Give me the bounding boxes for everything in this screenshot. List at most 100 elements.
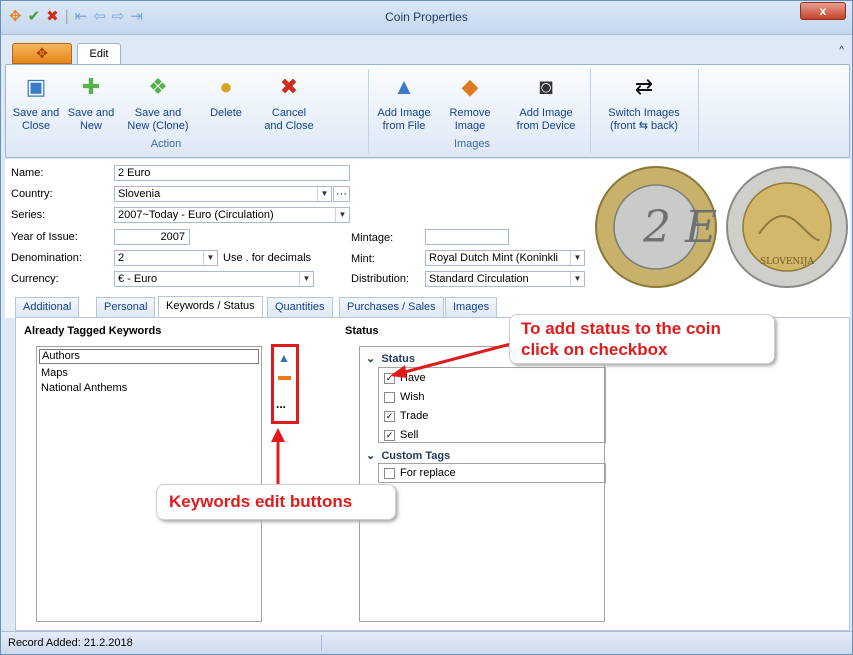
- tab-purchases-sales[interactable]: Purchases / Sales: [339, 297, 444, 317]
- ribbon-collapse-icon[interactable]: ^: [839, 45, 844, 56]
- checkbox-callout-line1: To add status to the coin: [521, 319, 721, 338]
- denomination-value: 2: [118, 252, 125, 264]
- ribbon-edit: ▣ Save and Close ✚ Save and New ❖ Save and New…: [5, 64, 850, 158]
- distribution-value: Standard Circulation: [429, 273, 529, 285]
- denomination-label: Denomination:: [11, 252, 82, 264]
- chevron-down-icon[interactable]: ▼: [203, 251, 217, 265]
- group-label-images: Images: [453, 138, 491, 150]
- mintage-field[interactable]: [425, 229, 509, 245]
- button-label: Image: [454, 120, 486, 132]
- country-value: Slovenia: [118, 188, 161, 200]
- save-new-icon: ✚: [81, 74, 101, 99]
- distribution-select[interactable]: Standard Circulation ▼: [425, 271, 585, 287]
- close-button[interactable]: x: [800, 2, 846, 20]
- button-label: New: [79, 120, 102, 132]
- tab-additional[interactable]: Additional: [15, 297, 80, 317]
- remove-image-button[interactable]: ◆ Remove Image: [448, 73, 492, 133]
- title-bar: ✥ ✔ ✖ | ⇤ ⇦ ⇨ ⇥ Coin Properties x: [1, 1, 852, 35]
- coin-front-image[interactable]: 2 EURO: [593, 164, 823, 290]
- group-separator: [368, 69, 369, 153]
- mint-select[interactable]: Royal Dutch Mint (Koninkli ▼: [425, 250, 585, 266]
- button-label: Add Image: [377, 107, 431, 119]
- button-label: and Close: [264, 120, 314, 132]
- tab-quantities[interactable]: Quantities: [267, 297, 333, 317]
- button-label: Delete: [210, 107, 242, 119]
- mintage-label: Mintage:: [351, 232, 394, 244]
- tab-keywords-status[interactable]: Keywords / Status: [158, 296, 263, 318]
- group-separator: [590, 69, 591, 153]
- delete-icon: ●: [219, 74, 233, 99]
- series-label: Series:: [11, 209, 46, 221]
- year-label: Year of Issue:: [11, 231, 78, 243]
- button-label: Save and: [134, 107, 182, 119]
- add-image-file-icon: ▲: [393, 74, 415, 99]
- button-label: Close: [21, 120, 51, 132]
- denomination-select[interactable]: 2 ▼: [114, 250, 218, 266]
- delete-button[interactable]: ● Delete: [204, 73, 248, 120]
- cancel-and-close-button[interactable]: ✖ Cancel and Close: [258, 73, 320, 133]
- switch-images-button[interactable]: ⇄ Switch Images (front ⇆ back): [598, 73, 690, 133]
- coin-properties-window: ✥ ✔ ✖ | ⇤ ⇦ ⇨ ⇥ Coin Properties x ✥ Edit…: [0, 0, 853, 655]
- country-label: Country:: [11, 188, 53, 200]
- currency-value: € - Euro: [118, 273, 158, 285]
- record-added-text: Record Added: 21.2.2018: [8, 637, 133, 649]
- currency-select[interactable]: € - Euro ▼: [114, 271, 314, 287]
- coin-back-text: SLOVENIJA: [760, 257, 814, 267]
- coin-front-text: 2 EURO: [642, 202, 719, 253]
- group-separator: [698, 69, 699, 153]
- button-label: (front ⇆ back): [610, 120, 678, 132]
- coin-front-graphic: 2 EURO: [595, 166, 823, 288]
- app-menu-icon: ✥: [36, 45, 48, 61]
- annotation-arrows: [271, 338, 527, 490]
- save-and-new-clone-button[interactable]: ❖ Save and New (Clone): [122, 73, 194, 133]
- year-field[interactable]: 2007: [114, 229, 190, 245]
- application-menu-button[interactable]: ✥: [12, 43, 72, 64]
- name-label: Name:: [11, 167, 44, 179]
- country-browse-button[interactable]: ···: [333, 186, 350, 202]
- coin-back-graphic: SLOVENIJA: [726, 166, 848, 288]
- button-label: Add Image: [519, 107, 573, 119]
- tab-images[interactable]: Images: [445, 297, 498, 317]
- mint-label: Mint:: [351, 253, 375, 265]
- keywords-callout-text: Keywords edit buttons: [169, 492, 353, 511]
- chevron-down-icon[interactable]: ▼: [299, 272, 313, 286]
- name-field[interactable]: 2 Euro: [114, 165, 350, 181]
- save-close-icon: ▣: [25, 74, 47, 99]
- button-label: Cancel: [271, 107, 307, 119]
- distribution-label: Distribution:: [351, 273, 410, 285]
- decimals-hint: Use . for decimals: [223, 252, 312, 264]
- coin-back-image[interactable]: SLOVENIJA: [724, 164, 850, 290]
- series-value: 2007~Today - Euro (Circulation): [118, 209, 274, 221]
- vertical-divider: [321, 635, 322, 651]
- save-and-new-button[interactable]: ✚ Save and New: [66, 73, 116, 133]
- tab-edit[interactable]: Edit: [77, 43, 121, 65]
- group-label-action: Action: [150, 138, 182, 150]
- save-and-close-button[interactable]: ▣ Save and Close: [12, 73, 60, 133]
- currency-label: Currency:: [11, 273, 59, 285]
- switch-icon: ⇄: [634, 74, 654, 99]
- button-label: Save and: [12, 107, 60, 119]
- window-title: Coin Properties: [385, 10, 468, 24]
- button-label: Save and: [67, 107, 115, 119]
- cancel-close-icon: ✖: [279, 74, 299, 99]
- keywords-status-panel: Already Tagged Keywords Authors Maps Nat…: [15, 314, 850, 631]
- country-select[interactable]: Slovenia ▼: [114, 186, 332, 202]
- coin-details-form: Name: 2 Euro Country: Slovenia ▼ ··· Seri…: [5, 159, 850, 294]
- chevron-down-icon[interactable]: ▼: [570, 272, 584, 286]
- tab-personal[interactable]: Personal: [96, 297, 156, 317]
- chevron-down-icon[interactable]: ▼: [570, 251, 584, 265]
- button-label: Switch Images: [608, 107, 680, 119]
- button-label: Remove: [449, 107, 491, 119]
- chevron-down-icon[interactable]: ▼: [335, 208, 349, 222]
- camera-icon: ◙: [539, 74, 553, 99]
- add-image-from-file-button[interactable]: ▲ Add Image from File: [376, 73, 432, 133]
- checkbox-callout-line2: click on checkbox: [521, 340, 668, 359]
- chevron-down-icon[interactable]: ▼: [317, 187, 331, 201]
- series-select[interactable]: 2007~Today - Euro (Circulation) ▼: [114, 207, 350, 223]
- button-label: from Device: [516, 120, 576, 132]
- remove-image-icon: ◆: [461, 74, 479, 99]
- save-clone-icon: ❖: [148, 74, 168, 99]
- button-label: from File: [382, 120, 426, 132]
- button-label: New (Clone): [127, 120, 189, 132]
- add-image-from-device-button[interactable]: ◙ Add Image from Device: [510, 73, 582, 133]
